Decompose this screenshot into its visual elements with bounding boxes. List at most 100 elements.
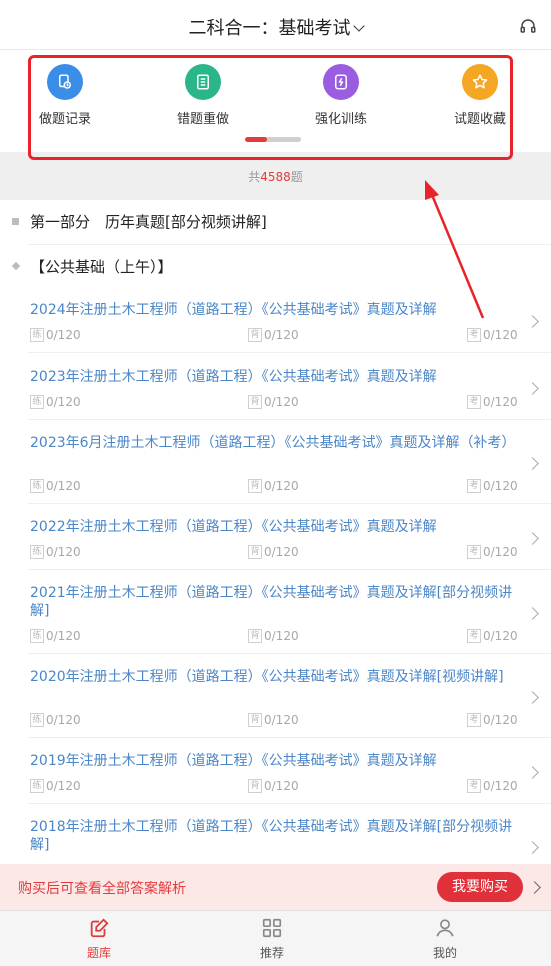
quick-action-record[interactable]: 做题记录 [25, 64, 105, 127]
exam-stat-value: 0/120 [483, 629, 518, 643]
quick-action-wrong[interactable]: 错题重做 [163, 64, 243, 127]
grid-icon [262, 918, 282, 938]
memorize-stat-value: 0/120 [264, 545, 299, 559]
practice-stat-value: 0/120 [46, 545, 81, 559]
edit-icon [90, 918, 109, 938]
exam-stat: 考 0/120 [467, 327, 518, 343]
practice-stat: 练 0/120 [30, 778, 81, 794]
quick-action-training[interactable]: 强化训练 [301, 64, 381, 127]
exam-stats: 练 0/120 背 0/120 考 0/120 [30, 778, 520, 794]
divider [28, 803, 551, 804]
practice-stat-tag: 练 [30, 479, 44, 493]
tab-question-bank[interactable]: 题库 [39, 917, 159, 961]
exam-title[interactable]: 2019年注册土木工程师（道路工程）《公共基础考试》真题及详解 [30, 752, 525, 770]
tab-mine[interactable]: 我的 [385, 917, 505, 961]
memorize-stat-tag: 背 [248, 479, 262, 493]
exam-stat: 考 0/120 [467, 712, 518, 728]
quick-action-label: 试题收藏 [453, 112, 506, 127]
exam-row[interactable]: 2023年6月注册土木工程师（道路工程）《公共基础考试》真题及详解（补考）练 0/… [0, 423, 551, 504]
exam-title[interactable]: 2018年注册土木工程师（道路工程）《公共基础考试》真题及详解[部分视频讲解] [30, 818, 525, 854]
question-count-bar: 共4588题 [0, 152, 551, 200]
memorize-stat: 背 0/120 [248, 544, 299, 560]
headset-icon[interactable] [519, 17, 537, 35]
exam-title[interactable]: 2020年注册土木工程师（道路工程）《公共基础考试》真题及详解[视频讲解] [30, 668, 525, 686]
question-count-number: 4588 [260, 170, 291, 184]
memorize-stat-value: 0/120 [264, 395, 299, 409]
divider [28, 503, 551, 504]
purchase-banner: 购买后可查看全部答案解析 我要购买 [0, 864, 551, 910]
chevron-right-icon [526, 314, 539, 328]
memorize-stat-tag: 背 [248, 395, 262, 409]
memorize-stat: 背 0/120 [248, 478, 299, 494]
quick-action-label: 强化训练 [314, 112, 367, 127]
exam-stat-value: 0/120 [483, 479, 518, 493]
section-public-basics[interactable]: 【公共基础（上午）】 [0, 245, 551, 289]
exam-stat-value: 0/120 [483, 779, 518, 793]
practice-stat-tag: 练 [30, 713, 44, 727]
practice-stat: 练 0/120 [30, 628, 81, 644]
chevron-right-icon [526, 690, 539, 704]
exam-stat: 考 0/120 [467, 544, 518, 560]
exam-row[interactable]: 2024年注册土木工程师（道路工程）《公共基础考试》真题及详解练 0/120 背 0/… [0, 290, 551, 353]
memorize-stat: 背 0/120 [248, 778, 299, 794]
exam-title[interactable]: 2021年注册土木工程师（道路工程）《公共基础考试》真题及详解[部分视频讲解] [30, 584, 525, 620]
diamond-bullet-icon [11, 261, 21, 271]
practice-stat-tag: 练 [30, 545, 44, 559]
practice-stat-value: 0/120 [46, 328, 81, 342]
practice-stat: 练 0/120 [30, 478, 81, 494]
chevron-down-icon [352, 20, 365, 32]
square-bullet-icon [12, 218, 19, 225]
page-title: 二科合一：基础考试 [188, 18, 351, 39]
exam-row[interactable]: 2019年注册土木工程师（道路工程）《公共基础考试》真题及详解练 0/120 背 0/… [0, 741, 551, 804]
user-icon [436, 919, 454, 937]
exam-stat-tag: 考 [467, 479, 481, 493]
exam-row[interactable]: 2021年注册土木工程师（道路工程）《公共基础考试》真题及详解[部分视频讲解] 练… [0, 573, 551, 654]
memorize-stat-tag: 背 [248, 713, 262, 727]
practice-stat-tag: 练 [30, 328, 44, 342]
quick-action-label: 错题重做 [176, 112, 229, 127]
exam-stats: 练 0/120 背 0/120 考 0/120 [30, 628, 520, 644]
exam-stats: 练 0/120 背 0/120 考 0/120 [30, 327, 520, 343]
exam-stat-tag: 考 [467, 713, 481, 727]
header: 二科合一：基础考试 [0, 0, 551, 50]
exam-title[interactable]: 2023年注册土木工程师（道路工程）《公共基础考试》真题及详解 [30, 368, 525, 386]
memorize-stat: 背 0/120 [248, 327, 299, 343]
memorize-stat-tag: 背 [248, 629, 262, 643]
subject-selector[interactable]: 二科合一：基础考试 [0, 14, 551, 40]
exam-row[interactable]: 2020年注册土木工程师（道路工程）《公共基础考试》真题及详解[视频讲解] 练 0/… [0, 657, 551, 738]
exam-title[interactable]: 2024年注册土木工程师（道路工程）《公共基础考试》真题及详解 [30, 301, 525, 319]
memorize-stat-value: 0/120 [264, 779, 299, 793]
practice-stat-tag: 练 [30, 779, 44, 793]
memorize-stat-value: 0/120 [264, 479, 299, 493]
tab-label: 推荐 [259, 946, 284, 960]
exam-stat-tag: 考 [467, 629, 481, 643]
memorize-stat-tag: 背 [248, 328, 262, 342]
chevron-right-icon [526, 765, 539, 779]
chevron-right-icon[interactable] [528, 881, 541, 894]
section-part-one[interactable]: 第一部分 历年真题[部分视频讲解] [0, 200, 551, 244]
exam-stats: 练 0/120 背 0/120 考 0/120 [30, 478, 520, 494]
practice-stat: 练 0/120 [30, 327, 81, 343]
exam-row[interactable]: 2022年注册土木工程师（道路工程）《公共基础考试》真题及详解练 0/120 背 0/… [0, 507, 551, 570]
practice-stat-value: 0/120 [46, 395, 81, 409]
quick-action-favorites[interactable]: 试题收藏 [440, 64, 520, 127]
practice-stat-tag: 练 [30, 629, 44, 643]
memorize-stat: 背 0/120 [248, 712, 299, 728]
practice-stat-value: 0/120 [46, 779, 81, 793]
exam-title[interactable]: 2023年6月注册土木工程师（道路工程）《公共基础考试》真题及详解（补考） [30, 434, 525, 452]
question-count: 共4588题 [248, 170, 303, 184]
memorize-stat-value: 0/120 [264, 713, 299, 727]
buy-button[interactable]: 我要购买 [437, 872, 523, 902]
exam-stat: 考 0/120 [467, 778, 518, 794]
practice-stat-tag: 练 [30, 395, 44, 409]
page-indicator [245, 137, 301, 142]
chevron-right-icon [526, 840, 539, 854]
exam-stat-tag: 考 [467, 545, 481, 559]
chevron-right-icon [526, 606, 539, 620]
exam-stat-value: 0/120 [483, 713, 518, 727]
tab-recommend[interactable]: 推荐 [212, 917, 332, 961]
exam-title[interactable]: 2022年注册土木工程师（道路工程）《公共基础考试》真题及详解 [30, 518, 525, 536]
exam-row[interactable]: 2023年注册土木工程师（道路工程）《公共基础考试》真题及详解练 0/120 背 0/… [0, 357, 551, 420]
memorize-stat-value: 0/120 [264, 328, 299, 342]
tab-label: 题库 [86, 946, 111, 960]
